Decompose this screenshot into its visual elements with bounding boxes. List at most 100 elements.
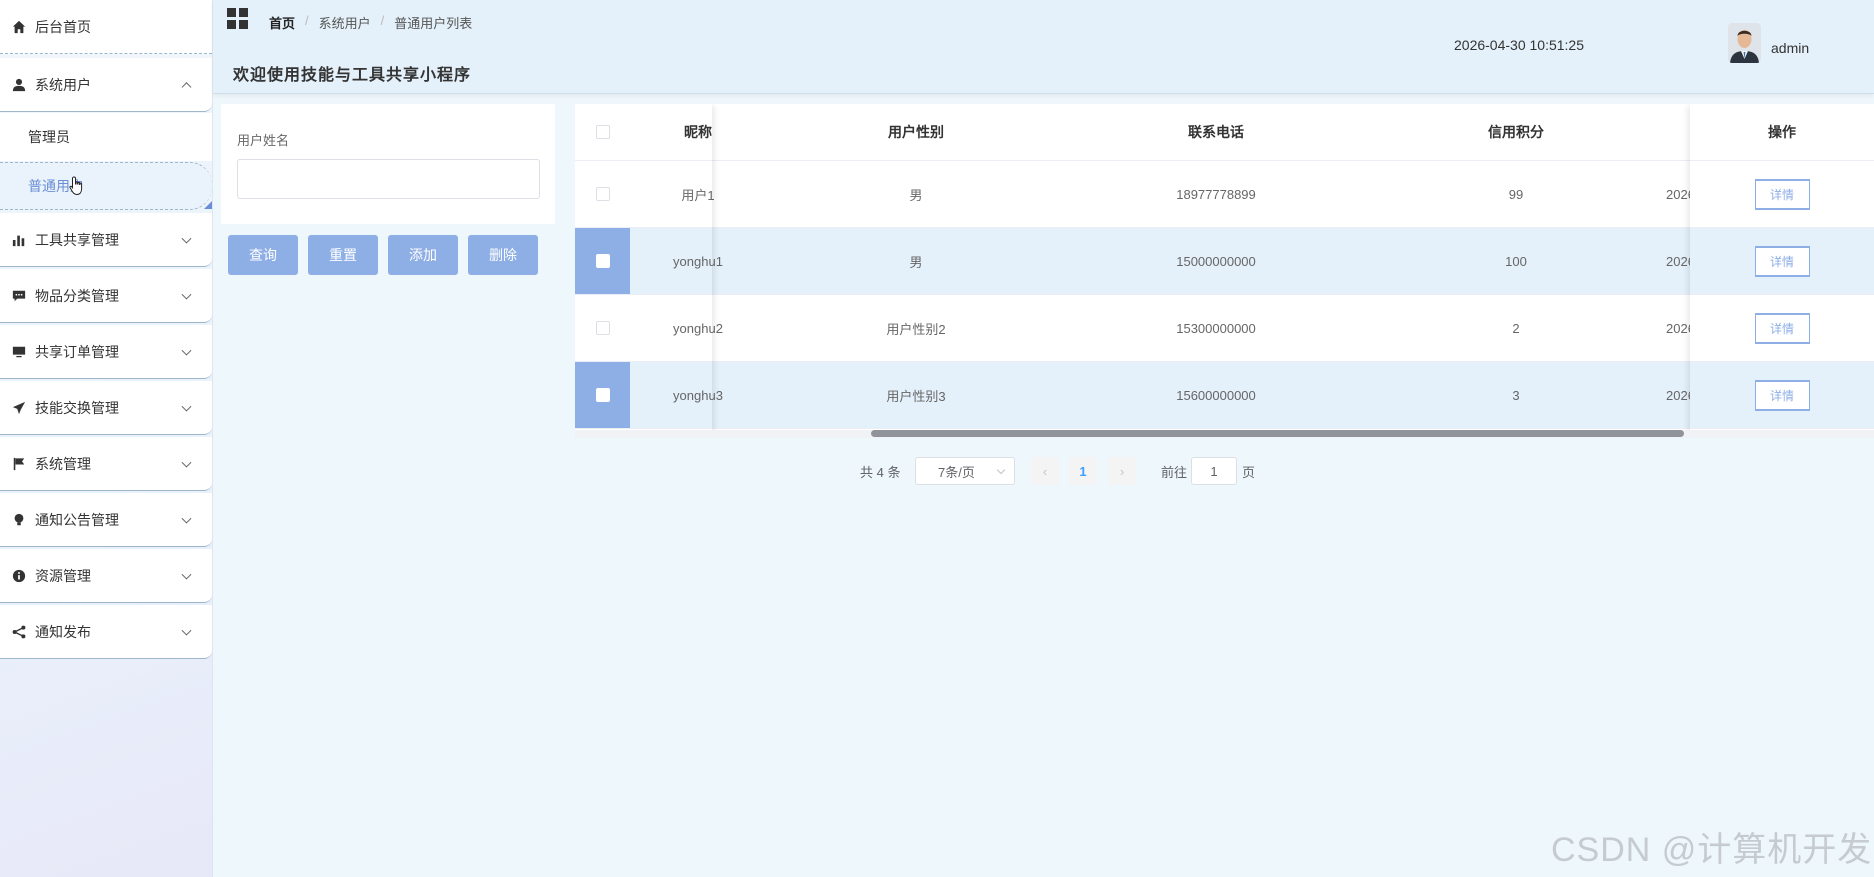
datetime-text: 2026-04-30 10:51:25 — [1454, 37, 1584, 53]
detail-button[interactable]: 详情 — [1754, 245, 1810, 277]
sidebar-item-home[interactable]: 后台首页 — [0, 0, 212, 54]
cell-credit: 3 — [1512, 387, 1520, 403]
cell-sex: 男 — [909, 187, 923, 203]
row-checkbox-cell[interactable] — [575, 362, 630, 428]
sidebar-item-skill-exchange[interactable]: 技能交换管理 — [0, 381, 212, 435]
row-checkbox-cell[interactable] — [575, 161, 630, 227]
grid-icon[interactable] — [227, 8, 249, 30]
avatar[interactable] — [1728, 23, 1761, 63]
delete-button[interactable]: 删除 — [468, 235, 538, 275]
row-checkbox-cell[interactable] — [575, 295, 630, 361]
row-checkbox[interactable] — [595, 321, 610, 335]
chevron-down-icon — [181, 401, 192, 412]
horizontal-scrollbar-thumb[interactable] — [871, 430, 1684, 437]
table-header-row: 昵称 用户性别 联系电话 信用积分 操作 — [575, 104, 1874, 161]
username-search-input[interactable] — [237, 159, 540, 199]
select-all-checkbox[interactable] — [595, 125, 610, 139]
breadcrumb-separator: / — [380, 13, 385, 28]
username[interactable]: admin — [1771, 40, 1809, 56]
chevron-down-icon — [181, 457, 192, 468]
cell-credit: 99 — [1508, 186, 1524, 202]
search-label: 用户姓名 — [237, 133, 290, 148]
watermark-text: CSDN @计算机开发 — [1551, 831, 1873, 869]
sidebar-item-share-order[interactable]: 共享订单管理 — [0, 325, 212, 379]
row-checkbox-cell[interactable] — [575, 228, 630, 294]
sidebar-item-label: 物品分类管理 — [35, 287, 119, 304]
chevron-up-icon — [181, 81, 192, 92]
sidebar-item-label: 系统管理 — [35, 455, 91, 472]
sidebar-item-category[interactable]: 物品分类管理 — [0, 269, 212, 323]
prev-page-button[interactable]: ‹ — [1031, 457, 1059, 485]
sidebar-item-system[interactable]: 系统管理 — [0, 437, 212, 491]
row-checkbox[interactable] — [595, 254, 610, 268]
chevron-down-icon — [181, 569, 192, 580]
breadcrumb-current: 普通用户列表 — [394, 16, 473, 31]
next-page-button[interactable]: › — [1108, 457, 1136, 485]
add-button[interactable]: 添加 — [388, 235, 458, 275]
detail-button[interactable]: 详情 — [1754, 379, 1810, 411]
sidebar-item-label: 通知公告管理 — [35, 511, 119, 528]
paper-plane-icon — [11, 400, 27, 416]
chevron-right-icon: › — [1119, 463, 1125, 479]
cell-nickname: yonghu1 — [673, 253, 723, 269]
cell-nickname: 用户1 — [681, 187, 715, 203]
page-suffix: 页 — [1242, 465, 1256, 480]
cell-phone: 18977778899 — [1176, 186, 1256, 202]
home-icon — [11, 19, 27, 35]
sidebar-subitem-normal-user[interactable]: 普通用户 — [0, 162, 212, 210]
breadcrumb-home[interactable]: 首页 — [269, 13, 295, 32]
table-row[interactable]: yonghu3 用户性别3 15600000000 3 2026 详情 — [575, 362, 1874, 429]
pagination-total: 共 4 条 — [860, 465, 901, 480]
table-row[interactable]: yonghu1 男 15000000000 100 2026 详情 — [575, 228, 1874, 295]
page-size-select[interactable]: 7条/页 — [915, 457, 1015, 485]
sidebar-subitem-admin[interactable]: 管理员 — [0, 113, 212, 161]
page-number-active[interactable]: 1 — [1069, 457, 1097, 485]
row-checkbox[interactable] — [595, 187, 610, 201]
sidebar-item-system-users[interactable]: 系统用户 — [0, 58, 212, 112]
row-checkbox[interactable] — [595, 388, 610, 402]
detail-button[interactable]: 详情 — [1754, 178, 1810, 210]
query-button[interactable]: 查询 — [228, 235, 298, 275]
reset-button[interactable]: 重置 — [308, 235, 378, 275]
share-icon — [11, 624, 27, 640]
sidebar-item-label: 工具共享管理 — [35, 231, 119, 248]
cell-sex: 男 — [909, 254, 923, 270]
page-title: 欢迎使用技能与工具共享小程序 — [233, 67, 472, 84]
breadcrumb-system-users: 系统用户 — [318, 16, 371, 31]
breadcrumb-separator: / — [305, 13, 309, 28]
cell-operation: 详情 — [1690, 161, 1874, 227]
cell-operation: 详情 — [1690, 362, 1874, 428]
comment-icon — [11, 288, 27, 304]
goto-page-input[interactable] — [1191, 457, 1237, 485]
cell-credit: 2 — [1512, 320, 1520, 336]
sidebar-item-tool-share[interactable]: 工具共享管理 — [0, 213, 212, 267]
table-row[interactable]: yonghu2 用户性别2 15300000000 2 2026 详情 — [575, 295, 1874, 362]
table-row[interactable]: 用户1 男 18977778899 99 2026 详情 — [575, 161, 1874, 228]
chevron-down-icon — [181, 233, 192, 244]
sidebar-item-label: 资源管理 — [35, 567, 91, 584]
cell-sex: 用户性别2 — [886, 321, 946, 337]
cell-operation: 详情 — [1690, 295, 1874, 361]
chevron-down-icon — [996, 465, 1006, 475]
cell-phone: 15300000000 — [1176, 320, 1256, 336]
breadcrumb: 首页 / 系统用户 / 普通用户列表 — [269, 13, 472, 32]
sidebar: 后台首页 系统用户 管理员 普通用户 工具共享管理 物品分类管理 共享订单管理 — [0, 0, 213, 877]
info-icon — [11, 568, 27, 584]
top-header: 首页 / 系统用户 / 普通用户列表 欢迎使用技能与工具共享小程序 2026-0… — [213, 0, 1874, 94]
chevron-left-icon: ‹ — [1042, 463, 1048, 479]
sidebar-item-label: 通知发布 — [35, 623, 91, 640]
detail-button[interactable]: 详情 — [1754, 312, 1810, 344]
select-all-cell[interactable] — [575, 104, 630, 160]
sidebar-item-label: 后台首页 — [35, 18, 91, 35]
sidebar-item-notice-publish[interactable]: 通知发布 — [0, 605, 212, 659]
cell-operation: 详情 — [1690, 228, 1874, 294]
sidebar-item-resource[interactable]: 资源管理 — [0, 549, 212, 603]
search-panel: 用户姓名 — [221, 104, 555, 224]
goto-label: 前往 — [1161, 465, 1188, 480]
sidebar-item-notice[interactable]: 通知公告管理 — [0, 493, 212, 547]
sidebar-subitem-label: 管理员 — [28, 129, 70, 145]
lightbulb-icon — [11, 512, 27, 528]
header-operation: 操作 — [1690, 104, 1874, 160]
page-size-value: 7条/页 — [938, 464, 975, 480]
flag-icon — [11, 456, 27, 472]
